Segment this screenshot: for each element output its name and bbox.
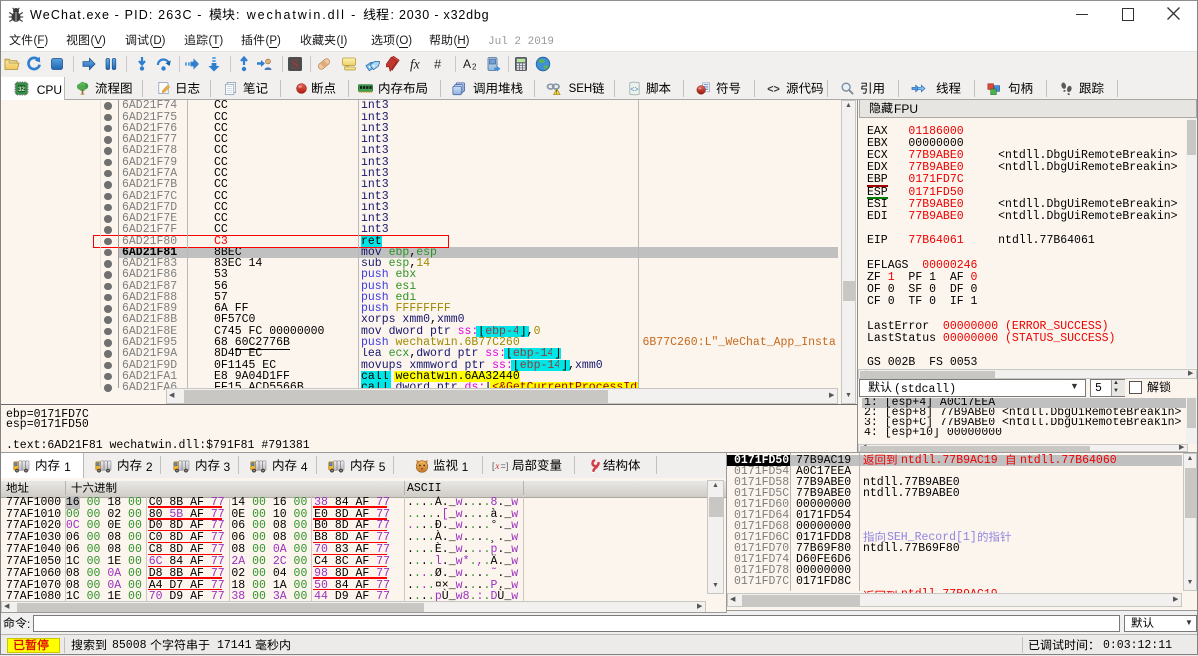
svg-text:!: ! xyxy=(556,90,558,96)
svg-text:fx: fx xyxy=(410,57,420,72)
svg-text:32: 32 xyxy=(18,86,25,93)
svg-text:S: S xyxy=(291,57,298,72)
svg-text:#: # xyxy=(434,57,442,72)
svg-text:<>: <> xyxy=(767,83,780,95)
svg-text:2: 2 xyxy=(472,63,477,72)
svg-text:x: x xyxy=(494,462,500,472)
svg-text:<>: <> xyxy=(630,86,638,94)
svg-text:A: A xyxy=(463,57,471,71)
svg-text:=]: =] xyxy=(501,461,509,471)
